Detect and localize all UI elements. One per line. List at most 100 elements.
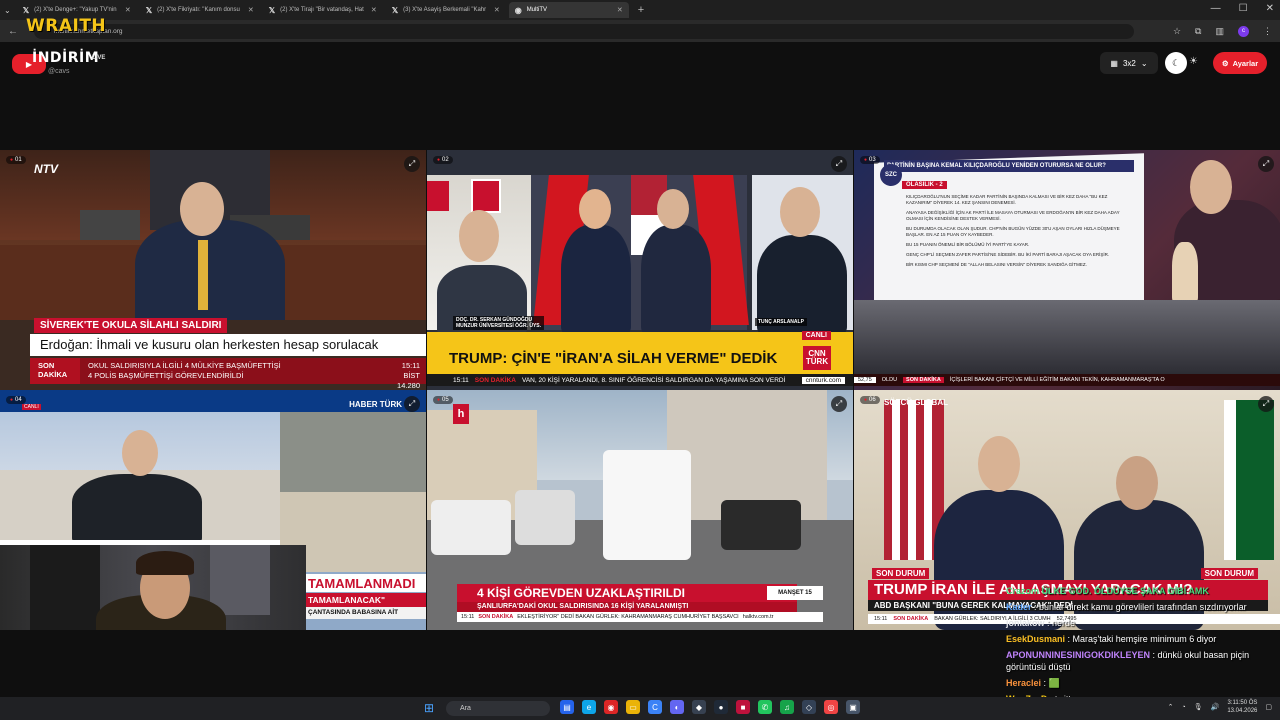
tab-close-icon[interactable]: ✕ bbox=[371, 6, 377, 14]
chevron-up-icon[interactable]: ⌃ bbox=[1168, 703, 1174, 711]
site-header: ▶ İNDİRİM LIVE @cavs ▦ 3x2 ⌄ ☾ ☀ ⚙ Ayarl… bbox=[0, 42, 1280, 150]
ticker-label: SON DAKİKA bbox=[478, 614, 514, 620]
chat-message: jonlakow : nerde bbox=[1006, 618, 1076, 628]
app-icon[interactable]: ■ bbox=[736, 700, 750, 714]
ticker-time: 15:11 bbox=[461, 614, 475, 620]
edge-icon[interactable]: e bbox=[582, 700, 596, 714]
moon-icon[interactable]: ☾ bbox=[1165, 52, 1187, 74]
maximize-icon[interactable]: ☐ bbox=[1239, 3, 1248, 14]
discord-icon[interactable]: ◐ bbox=[670, 700, 684, 714]
new-tab-button[interactable]: + bbox=[638, 4, 644, 16]
tab-label: (2) X'te Denge+: "Yakup TV'nin bbox=[34, 7, 117, 13]
ticker-label: SON DAKİKA bbox=[903, 377, 944, 383]
car bbox=[721, 500, 801, 550]
whatsapp-icon[interactable]: ✆ bbox=[758, 700, 772, 714]
expand-icon[interactable]: ⤢ bbox=[831, 396, 847, 412]
browser-icon[interactable]: ◎ bbox=[824, 700, 838, 714]
video-cell-5[interactable]: h 05 ⤢ 4 KİŞİ GÖREVDEN UZAKLAŞTIRILDI ŞA… bbox=[427, 390, 853, 630]
browser-tab-2[interactable]: 𝕏 (2) X'te Fikriyatı: "Kanım donsu ✕ bbox=[140, 2, 260, 18]
url-field[interactable]: multitv.ahmetkaplan.org bbox=[34, 23, 1134, 39]
minimize-icon[interactable]: — bbox=[1211, 3, 1221, 14]
star-icon[interactable]: ☆ bbox=[1173, 26, 1181, 37]
mic-icon[interactable]: 🎙 bbox=[1194, 703, 1203, 711]
copilot-icon[interactable]: C bbox=[648, 700, 662, 714]
browser-tab-3[interactable]: 𝕏 (2) X'te Tirajı "Bir vatandaş, Hat ✕ bbox=[263, 2, 383, 18]
window-controls: — ☐ ✕ bbox=[1211, 3, 1274, 14]
board-title: PARTİNİN BAŞINA KEMAL KILIÇDAROĞLU YENİD… bbox=[884, 160, 1134, 172]
spotify-icon[interactable]: ♫ bbox=[780, 700, 794, 714]
news-ticker: SON DAKİKA OKUL SALDIRISIYLA İLGİLİ 4 MÜL… bbox=[30, 358, 426, 390]
ticker-text: EKLEŞTİRİYOR" DEDİ BAKAN GÜRLEK: KAHRAMA… bbox=[517, 614, 739, 620]
obs-icon[interactable]: ● bbox=[714, 700, 728, 714]
tab-close-icon[interactable]: ✕ bbox=[248, 6, 254, 14]
nav-buttons: ← bbox=[8, 26, 18, 37]
taskbar-search[interactable]: Ara bbox=[446, 701, 550, 716]
app-icon[interactable]: ◇ bbox=[802, 700, 816, 714]
expand-icon[interactable]: ⤢ bbox=[1258, 396, 1274, 412]
close-window-icon[interactable]: ✕ bbox=[1266, 3, 1274, 14]
tab-close-icon[interactable]: ✕ bbox=[125, 6, 131, 14]
expand-icon[interactable]: ⤢ bbox=[1258, 156, 1274, 172]
expand-icon[interactable]: ⤢ bbox=[831, 156, 847, 172]
channel-handle: @cavs bbox=[48, 68, 70, 75]
video-cell-3[interactable]: PARTİNİN BAŞINA KEMAL KILIÇDAROĞLU YENİD… bbox=[854, 150, 1280, 390]
expand-icon[interactable]: ⤢ bbox=[404, 396, 420, 412]
expand-icon[interactable]: ⤢ bbox=[404, 156, 420, 172]
ticker-time: 15:11 BİST 14.280 bbox=[397, 361, 420, 390]
profile-avatar[interactable]: c bbox=[1238, 25, 1249, 37]
browser-tab-4[interactable]: 𝕏 (3) X'te Asayiş Berkemali "Kahr ✕ bbox=[386, 2, 506, 18]
volume-icon[interactable]: 🔊 bbox=[1211, 703, 1220, 711]
car bbox=[515, 490, 575, 545]
globe-icon: ◉ bbox=[514, 5, 522, 15]
extension-icon[interactable]: ⧉ bbox=[1195, 26, 1201, 37]
grid-layout-button[interactable]: ▦ 3x2 ⌄ bbox=[1100, 52, 1158, 74]
news-ticker: 52,75 OLDU SON DAKİKA İÇİŞLERİ BAKANI Çİ… bbox=[854, 374, 1280, 386]
file-explorer-icon[interactable]: ▤ bbox=[560, 700, 574, 714]
chat-text: 🟩 bbox=[1048, 678, 1060, 688]
manset-badge: MANŞET 15 bbox=[767, 586, 823, 600]
tab-close-icon[interactable]: ✕ bbox=[494, 6, 500, 14]
chat-username: Crazom bbox=[1006, 586, 1040, 596]
notification-icon[interactable]: ▢ bbox=[1265, 703, 1272, 711]
ticker-text: İÇİŞLERİ BAKANI ÇİFTÇİ VE MİLLİ EĞİTİM B… bbox=[949, 377, 1165, 383]
back-arrow-icon[interactable]: ← bbox=[8, 26, 18, 37]
gear-icon: ⚙ bbox=[1221, 58, 1229, 68]
network-icon[interactable]: ◔ bbox=[1182, 704, 1186, 711]
ticker-prefix: OLDU bbox=[881, 377, 898, 383]
more-menu-icon[interactable]: ⋮ bbox=[1263, 26, 1272, 37]
x-logo-icon: 𝕏 bbox=[391, 5, 399, 15]
ntv-logo: NTV bbox=[34, 162, 58, 176]
app-icon[interactable]: ▣ bbox=[846, 700, 860, 714]
summit-panel bbox=[531, 175, 749, 335]
cell-number: 06 bbox=[860, 396, 880, 404]
grid-icon: ▦ bbox=[1110, 58, 1118, 68]
x-logo-icon: 𝕏 bbox=[22, 5, 30, 15]
sidebar-icon[interactable]: ▥ bbox=[1215, 26, 1224, 37]
browser-tab-multitv[interactable]: ◉ MultiTV ✕ bbox=[508, 2, 629, 18]
folder-icon[interactable]: ▭ bbox=[626, 700, 640, 714]
aerial-view bbox=[280, 412, 426, 492]
chat-username: APONUNNINESINIGOKDIKLEYEN bbox=[1006, 650, 1151, 660]
video-cell-2[interactable]: DOÇ. DR. SERKAN GÜNDOĞDU MUNZUR ÜNİVERSİT… bbox=[427, 150, 853, 390]
video-cell-1[interactable]: 01 NTV ⤢ SİVEREK'TE OKULA SİLAHLI SALDIR… bbox=[0, 150, 426, 390]
ticker-label: SON DAKİKA bbox=[30, 358, 80, 384]
settings-button[interactable]: ⚙ Ayarlar bbox=[1213, 52, 1267, 74]
ambulance bbox=[603, 450, 691, 560]
clock[interactable]: 3:11:50 ÖS 13.04.2026 bbox=[1227, 699, 1257, 715]
szc-logo: SZC bbox=[880, 164, 902, 186]
app-icon[interactable]: ◆ bbox=[692, 700, 706, 714]
ticker-label: SON DAKİKA bbox=[893, 616, 929, 622]
sun-icon[interactable]: ☀ bbox=[1189, 56, 1198, 67]
news-headline: 4 KİŞİ GÖREVDEN UZAKLAŞTIRILDI bbox=[457, 584, 797, 602]
tab-close-icon[interactable]: ✕ bbox=[617, 6, 623, 14]
taskbar: ⊞ Ara ▤ e ◉ ▭ C ◐ ◆ ● ■ ✆ ♫ ◇ ◎ ▣ ⌃ ◔ 🎙 … bbox=[0, 697, 1280, 720]
news-detail: ÇANTASINDA BABASINA AİT bbox=[306, 607, 426, 619]
chrome-icon[interactable]: ◉ bbox=[604, 700, 618, 714]
tab-search-icon[interactable]: ⌄ bbox=[4, 6, 11, 15]
board-item: BİR KISMI CHP SEÇMENİ DE "ALLAH BELASINI… bbox=[906, 262, 1087, 267]
windows-start-icon[interactable]: ⊞ bbox=[424, 701, 434, 715]
global-logo: SÖZCÜ GLOBAL bbox=[884, 398, 948, 407]
settings-label: Ayarlar bbox=[1232, 58, 1259, 68]
address-bar-row: ← multitv.ahmetkaplan.org ☆ ⧉ ▥ c ⋮ bbox=[0, 20, 1280, 42]
news-tag: SİVEREK'TE OKULA SİLAHLI SALDIRI bbox=[34, 318, 228, 333]
